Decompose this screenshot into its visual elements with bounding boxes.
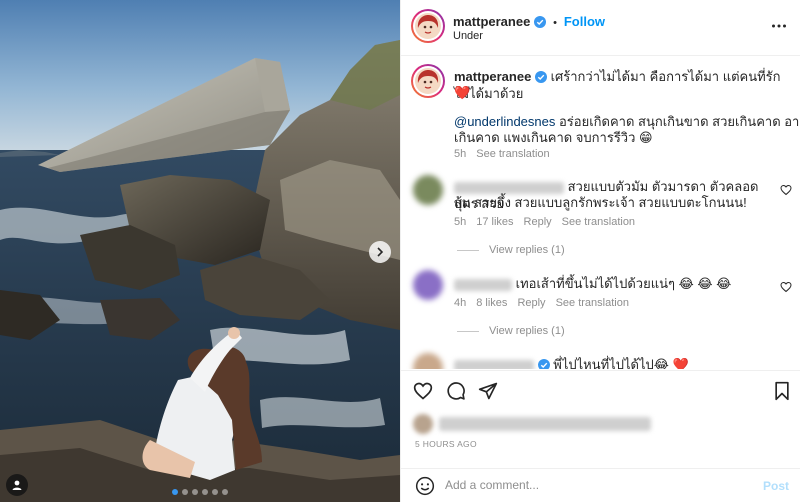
comment-2-view-replies-label: View replies (1) — [489, 325, 565, 337]
caption-line-4: เกินคาด แพงเกินคาด จบการรีวิว 😁 — [454, 130, 653, 145]
more-horizontal-icon[interactable] — [771, 18, 787, 34]
post-photo[interactable] — [0, 0, 400, 502]
carousel-dot — [182, 489, 188, 495]
comment-3: พี่ไปไหนที่ไปได้ไป😂 ❤️ — [454, 356, 689, 369]
caption-meta: 5h See translation — [454, 148, 550, 160]
comment-1-reply-button[interactable]: Reply — [524, 216, 552, 228]
comment-2-time[interactable]: 4h — [454, 297, 466, 309]
like-comment-heart-icon[interactable] — [780, 184, 792, 196]
caption-line-3-text: อร่อยเกิดคาด สนุกเกินขาด สวยเกินคาด อากา… — [558, 114, 800, 129]
comment-1-view-replies[interactable]: View replies (1) — [457, 244, 565, 256]
avatar-image — [415, 13, 441, 39]
liked-by-text-blurred — [439, 417, 651, 431]
verified-badge-icon — [537, 359, 550, 369]
commenter-avatar[interactable] — [413, 353, 443, 369]
caption-heart: ❤️ — [454, 85, 471, 100]
like-heart-icon[interactable] — [413, 381, 433, 401]
comment-1-time[interactable]: 5h — [454, 216, 466, 228]
caption-line-3: @underlindesnes อร่อยเกิดคาด สนุกเกินขาด… — [454, 113, 800, 130]
share-send-icon[interactable] — [478, 381, 498, 401]
commenter-username-blurred[interactable] — [454, 181, 564, 194]
carousel-dot — [212, 489, 218, 495]
carousel-dot — [202, 489, 208, 495]
post-header: mattperanee • Follow Under — [401, 0, 800, 56]
comment-2-see-translation[interactable]: See translation — [556, 297, 629, 309]
photo-scene — [0, 0, 400, 502]
comment-2-reply-button[interactable]: Reply — [517, 297, 545, 309]
comment-1-meta: 5h 17 likes Reply See translation — [454, 216, 635, 228]
carousel-indicator — [0, 489, 400, 495]
avatar[interactable] — [413, 11, 443, 41]
comment-2-line-1: เทอเส้าที่ขึ้นไม่ได้ไปด้วยแน่ๆ 😂 😂 😂 — [515, 276, 732, 291]
caption-mention[interactable]: @underlindesnes — [454, 114, 555, 129]
comment-1-likes[interactable]: 17 likes — [476, 216, 513, 228]
post-timestamp[interactable]: 5 HOURS AGO — [415, 439, 477, 449]
save-bookmark-icon[interactable] — [773, 381, 791, 401]
comment-2-view-replies[interactable]: View replies (1) — [457, 325, 565, 337]
caption-see-translation[interactable]: See translation — [476, 148, 549, 160]
carousel-dot — [222, 489, 228, 495]
chevron-right-icon — [377, 247, 384, 257]
comments-list[interactable]: mattperanee เศร้ากว่าไม่ได้มา คือการได้ม… — [401, 57, 800, 369]
comment-bubble-icon[interactable] — [446, 381, 466, 401]
commenter-username-blurred[interactable] — [454, 359, 534, 369]
caption-avatar[interactable] — [413, 66, 443, 96]
carousel-dot — [192, 489, 198, 495]
comment-2-likes[interactable]: 8 likes — [476, 297, 507, 309]
comment-3-line-1: พี่ไปไหนที่ไปได้ไป😂 ❤️ — [553, 357, 689, 369]
emoji-icon[interactable] — [415, 476, 435, 496]
post-comment-button[interactable]: Post — [763, 479, 789, 493]
comment-2: เทอเส้าที่ขึ้นไม่ได้ไปด้วยแน่ๆ 😂 😂 😂 — [454, 275, 731, 292]
avatar-image — [415, 68, 441, 94]
verified-badge-icon — [534, 16, 547, 28]
comment-1-see-translation[interactable]: See translation — [562, 216, 635, 228]
next-photo-button[interactable] — [369, 241, 391, 263]
liked-by-row[interactable] — [413, 414, 651, 434]
commenter-username-blurred[interactable] — [454, 278, 512, 291]
caption: mattperanee เศร้ากว่าไม่ได้มา คือการได้ม… — [454, 68, 789, 102]
liked-by-avatar — [413, 414, 433, 434]
comment-1-line-2: ส้ม สวยจึ้ง สวยแบบลูกรักพระเจ้า สวยแบบตะ… — [454, 195, 747, 210]
replies-divider — [457, 249, 479, 251]
commenter-avatar[interactable] — [413, 175, 443, 205]
follow-button[interactable]: Follow — [564, 14, 605, 29]
post-location[interactable]: Under — [453, 30, 483, 42]
post-actions-bar — [401, 370, 800, 410]
comment-2-meta: 4h 8 likes Reply See translation — [454, 297, 629, 309]
header-separator: • — [553, 17, 557, 29]
post-details-panel: mattperanee • Follow Under mattperanee เ… — [400, 0, 800, 502]
header-username[interactable]: mattperanee — [453, 14, 530, 29]
commenter-avatar[interactable] — [413, 270, 443, 300]
post-modal: mattperanee • Follow Under mattperanee เ… — [0, 0, 800, 502]
comment-1-view-replies-label: View replies (1) — [489, 244, 565, 256]
comment-input[interactable] — [445, 478, 745, 492]
add-comment-bar: Post — [401, 468, 800, 502]
caption-username[interactable]: mattperanee — [454, 69, 531, 84]
caption-time[interactable]: 5h — [454, 148, 466, 160]
replies-divider — [457, 330, 479, 332]
carousel-dot — [172, 489, 178, 495]
like-comment-heart-icon[interactable] — [780, 281, 792, 293]
verified-badge-icon — [534, 71, 547, 83]
